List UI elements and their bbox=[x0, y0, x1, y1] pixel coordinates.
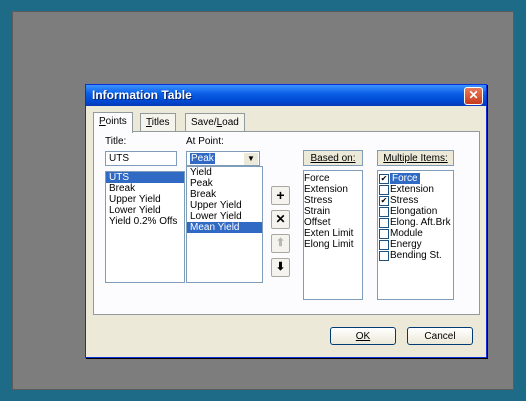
multiple-item-checkbox[interactable]: Extension bbox=[378, 184, 453, 195]
based-on-item[interactable]: Extension bbox=[304, 184, 362, 195]
based-on-item[interactable]: Offset bbox=[304, 217, 362, 228]
title-list-item[interactable]: Break bbox=[106, 183, 184, 194]
multiple-items-header: Multiple Items: bbox=[377, 150, 454, 166]
multiple-item-checkbox[interactable]: Elongation bbox=[378, 206, 453, 217]
checkbox-icon[interactable] bbox=[379, 207, 389, 217]
multiple-item-label: Elong. Aft.Brk bbox=[390, 217, 451, 228]
title-list-item[interactable]: Upper Yield bbox=[106, 194, 184, 205]
title-list-item[interactable]: Yield 0.2% Offs bbox=[106, 216, 184, 227]
based-on-item[interactable]: Force bbox=[304, 173, 362, 184]
monitor-screen: Information Table ✕ Points Titles Save/L… bbox=[12, 11, 514, 390]
title-list-item[interactable]: UTS bbox=[106, 172, 184, 183]
checkbox-icon[interactable]: ✔ bbox=[379, 196, 389, 206]
at-point-value: Peak bbox=[190, 153, 215, 164]
based-on-list[interactable]: Force Extension Stress Strain Offset Exten Li… bbox=[303, 170, 363, 300]
multiple-item-checkbox[interactable]: ✔ Force bbox=[378, 173, 453, 184]
at-point-option[interactable]: Break bbox=[187, 189, 262, 200]
cancel-button[interactable]: Cancel bbox=[407, 327, 473, 345]
multiple-item-label: Force bbox=[390, 173, 420, 184]
multiple-item-checkbox[interactable]: Module bbox=[378, 228, 453, 239]
information-table-dialog: Information Table ✕ Points Titles Save/L… bbox=[85, 84, 487, 358]
ok-button[interactable]: OK bbox=[330, 327, 396, 345]
points-panel: Title: UTS UTS Break Upper Yield Lower Yiel… bbox=[93, 131, 480, 315]
chevron-down-icon[interactable]: ▼ bbox=[244, 153, 258, 165]
at-point-option[interactable]: Upper Yield bbox=[187, 200, 262, 211]
multiple-item-label: Extension bbox=[390, 184, 434, 195]
checkbox-icon[interactable] bbox=[379, 251, 389, 261]
checkbox-icon[interactable] bbox=[379, 240, 389, 250]
multiple-item-label: Bending St. bbox=[390, 250, 442, 261]
multiple-item-checkbox[interactable]: Bending St. bbox=[378, 250, 453, 261]
checkbox-icon[interactable]: ✔ bbox=[379, 174, 389, 184]
based-on-header: Based on: bbox=[303, 150, 363, 166]
title-list-item[interactable]: Lower Yield bbox=[106, 205, 184, 216]
based-on-item[interactable]: Stress bbox=[304, 195, 362, 206]
move-down-button[interactable]: ⬇ bbox=[271, 258, 290, 277]
multiple-item-checkbox[interactable]: Energy bbox=[378, 239, 453, 250]
title-bar[interactable]: Information Table ✕ bbox=[86, 85, 486, 106]
add-button[interactable]: + bbox=[271, 186, 290, 205]
based-on-item[interactable]: Strain bbox=[304, 206, 362, 217]
checkbox-icon[interactable] bbox=[379, 229, 389, 239]
tab-titles[interactable]: Titles bbox=[140, 113, 176, 132]
close-button[interactable]: ✕ bbox=[464, 87, 483, 105]
move-up-button[interactable]: ⬆ bbox=[271, 234, 290, 253]
remove-button[interactable]: ✕ bbox=[271, 210, 290, 229]
titles-list[interactable]: UTS Break Upper Yield Lower Yield Yield 0.2%… bbox=[105, 171, 185, 283]
tab-points[interactable]: Points bbox=[93, 112, 133, 133]
multiple-item-label: Elongation bbox=[390, 206, 438, 217]
multiple-item-checkbox[interactable]: ✔ Stress bbox=[378, 195, 453, 206]
at-point-option[interactable]: Yield bbox=[187, 167, 262, 178]
at-point-option[interactable]: Mean Yield bbox=[187, 222, 262, 233]
dialog-title: Information Table bbox=[92, 88, 192, 102]
checkbox-icon[interactable] bbox=[379, 185, 389, 195]
checkbox-icon[interactable] bbox=[379, 218, 389, 228]
at-point-label: At Point: bbox=[186, 136, 224, 147]
tab-save-load[interactable]: Save/Load bbox=[185, 113, 245, 132]
based-on-item[interactable]: Elong Limit bbox=[304, 239, 362, 250]
multiple-item-label: Energy bbox=[390, 239, 422, 250]
title-label: Title: bbox=[105, 136, 127, 147]
multiple-items-list[interactable]: ✔ Force Extension ✔ Stress Elongation Elong. A… bbox=[377, 170, 454, 300]
at-point-select[interactable]: Peak ▼ bbox=[186, 151, 260, 166]
multiple-item-label: Module bbox=[390, 228, 423, 239]
title-input[interactable]: UTS bbox=[105, 151, 177, 166]
multiple-item-label: Stress bbox=[390, 195, 419, 206]
at-point-option[interactable]: Peak bbox=[187, 178, 262, 189]
at-point-option[interactable]: Lower Yield bbox=[187, 211, 262, 222]
at-point-dropdown-list[interactable]: Yield Peak Break Upper Yield Lower Yield Mean… bbox=[186, 166, 263, 283]
multiple-item-checkbox[interactable]: Elong. Aft.Brk bbox=[378, 217, 453, 228]
based-on-item[interactable]: Exten Limit bbox=[304, 228, 362, 239]
